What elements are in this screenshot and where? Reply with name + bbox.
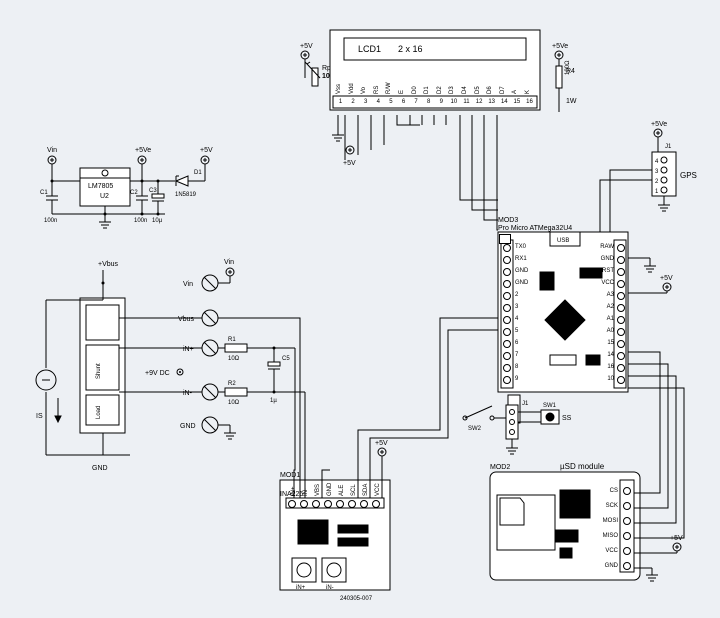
drawing-id: 240305-007 [340,596,373,602]
net-5v-lcdpin: +5V [343,160,356,167]
